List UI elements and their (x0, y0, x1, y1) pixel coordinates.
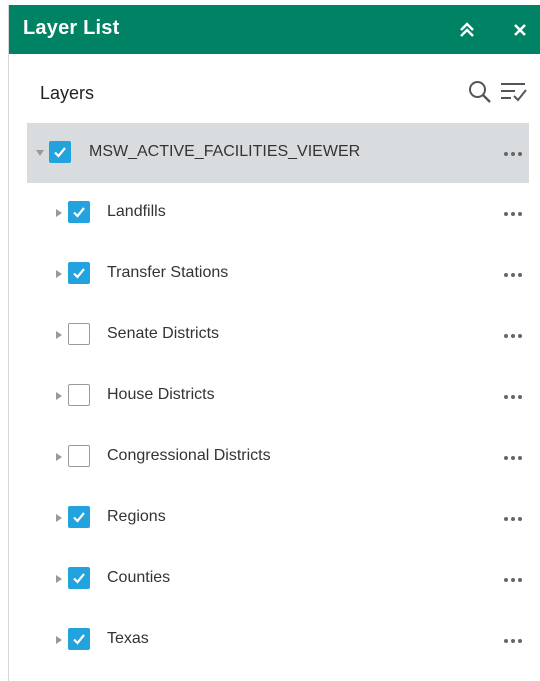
more-options-icon[interactable] (501, 205, 525, 223)
layer-checkbox[interactable] (68, 323, 90, 345)
layer-row[interactable]: Landfills (27, 183, 529, 244)
caret-right-icon[interactable] (54, 451, 64, 463)
layer-checkbox[interactable] (68, 384, 90, 406)
layers-heading: Layers (40, 83, 95, 103)
layers-header: Layers (9, 54, 540, 124)
layer-row[interactable]: Counties (27, 549, 529, 610)
layer-label: Counties (107, 569, 171, 586)
layer-row[interactable]: Congressional Districts (27, 427, 529, 488)
caret-right-icon[interactable] (54, 329, 64, 341)
filter-list-icon[interactable] (499, 79, 529, 105)
layer-row[interactable]: Senate Districts (27, 305, 529, 366)
layer-list-panel: Layer List Layers MSW_ACTIVE_FACILITIES_… (8, 5, 540, 681)
more-options-icon[interactable] (501, 632, 525, 650)
caret-right-icon[interactable] (54, 634, 64, 646)
layer-checkbox[interactable] (68, 201, 90, 223)
collapse-icon[interactable] (452, 15, 482, 45)
caret-right-icon[interactable] (54, 573, 64, 585)
layer-label: MSW_ACTIVE_FACILITIES_VIEWER (89, 143, 361, 160)
layer-row[interactable]: Texas (27, 610, 529, 671)
panel-titlebar: Layer List (9, 5, 540, 54)
more-options-icon[interactable] (501, 145, 525, 163)
layer-label: Regions (107, 508, 166, 525)
caret-right-icon[interactable] (54, 268, 64, 280)
layer-checkbox[interactable] (68, 262, 90, 284)
layer-label: Landfills (107, 203, 166, 220)
caret-right-icon[interactable] (54, 207, 64, 219)
layer-checkbox[interactable] (68, 567, 90, 589)
caret-right-icon[interactable] (54, 512, 64, 524)
layer-checkbox[interactable] (68, 506, 90, 528)
layer-checkbox[interactable] (49, 141, 71, 163)
more-options-icon[interactable] (501, 571, 525, 589)
panel-title: Layer List (23, 17, 120, 39)
layer-label: House Districts (107, 386, 215, 403)
layer-row-group[interactable]: MSW_ACTIVE_FACILITIES_VIEWER (27, 123, 529, 183)
more-options-icon[interactable] (501, 327, 525, 345)
layer-tree: MSW_ACTIVE_FACILITIES_VIEWER Landfills T… (27, 123, 529, 671)
more-options-icon[interactable] (501, 266, 525, 284)
layer-label: Senate Districts (107, 325, 220, 342)
layer-row[interactable]: Regions (27, 488, 529, 549)
layer-row[interactable]: Transfer Stations (27, 244, 529, 305)
more-options-icon[interactable] (501, 510, 525, 528)
caret-right-icon[interactable] (54, 390, 64, 402)
search-icon[interactable] (467, 79, 493, 105)
more-options-icon[interactable] (501, 388, 525, 406)
more-options-icon[interactable] (501, 449, 525, 467)
layer-checkbox[interactable] (68, 628, 90, 650)
layer-label: Congressional Districts (107, 447, 271, 464)
layer-label: Transfer Stations (107, 264, 229, 281)
layer-row[interactable]: House Districts (27, 366, 529, 427)
caret-down-icon[interactable] (35, 147, 45, 159)
layer-label: Texas (107, 630, 149, 647)
layer-checkbox[interactable] (68, 445, 90, 467)
close-icon[interactable] (505, 15, 535, 45)
